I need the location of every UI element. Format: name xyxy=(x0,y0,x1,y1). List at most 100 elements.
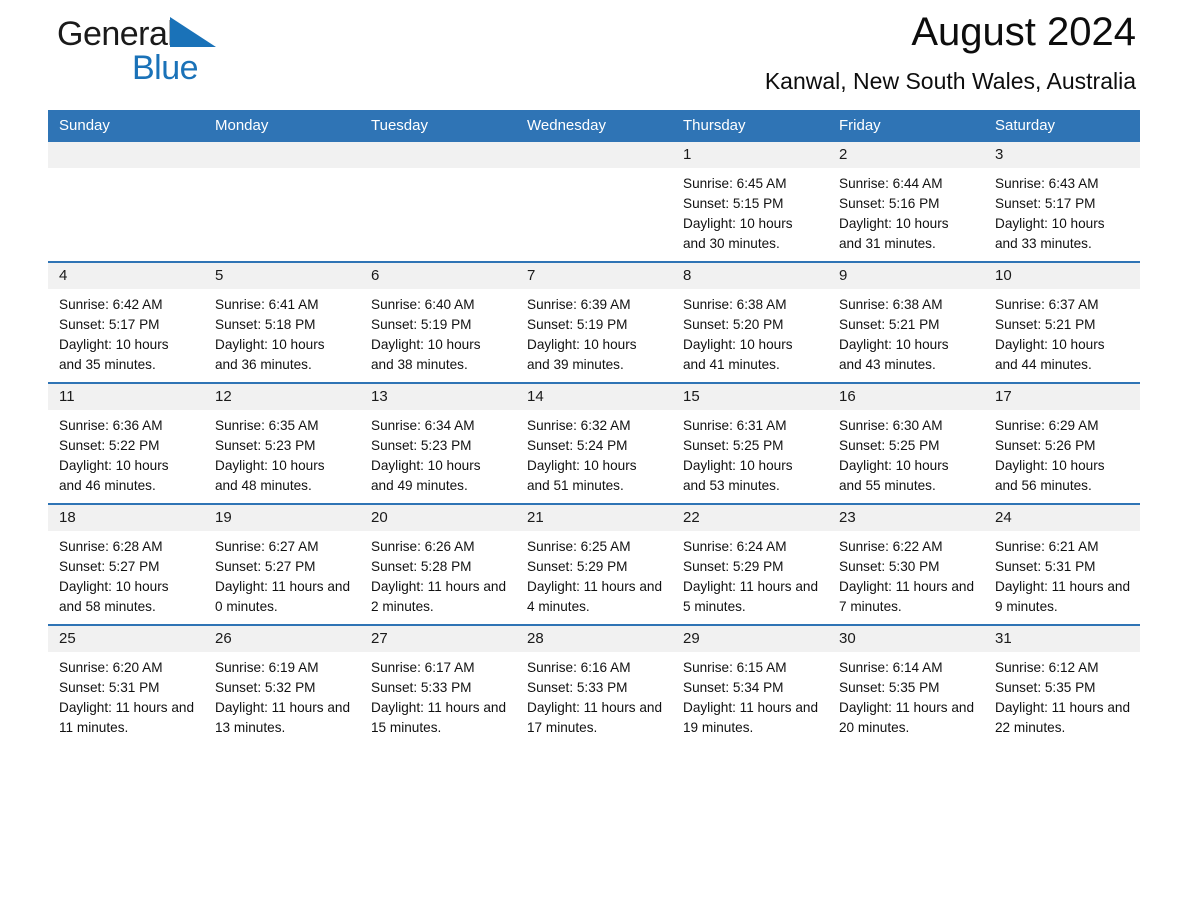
day-cell[interactable]: 7 Sunrise: 6:39 AM Sunset: 5:19 PM Dayli… xyxy=(516,261,672,383)
sunset-text: Sunset: 5:21 PM xyxy=(995,317,1096,332)
daylight-text: Daylight: 10 hours and 36 minutes. xyxy=(215,337,325,372)
sunset-text: Sunset: 5:23 PM xyxy=(371,438,472,453)
day-cell[interactable]: 10 Sunrise: 6:37 AM Sunset: 5:21 PM Dayl… xyxy=(984,261,1140,383)
sunrise-text: Sunrise: 6:26 AM xyxy=(371,539,475,554)
day-cell[interactable]: 1 Sunrise: 6:45 AM Sunset: 5:15 PM Dayli… xyxy=(672,142,828,262)
weekday-header-friday: Friday xyxy=(828,110,984,142)
day-details: Sunrise: 6:30 AM Sunset: 5:25 PM Dayligh… xyxy=(828,410,984,496)
day-cell[interactable]: 6 Sunrise: 6:40 AM Sunset: 5:19 PM Dayli… xyxy=(360,261,516,383)
day-cell[interactable]: 17 Sunrise: 6:29 AM Sunset: 5:26 PM Dayl… xyxy=(984,382,1140,504)
sunset-text: Sunset: 5:17 PM xyxy=(59,317,160,332)
sunset-text: Sunset: 5:25 PM xyxy=(839,438,940,453)
day-cell[interactable]: 11 Sunrise: 6:36 AM Sunset: 5:22 PM Dayl… xyxy=(48,382,204,504)
daylight-text: Daylight: 11 hours and 19 minutes. xyxy=(683,700,819,735)
page-title: August 2024 xyxy=(911,10,1136,54)
sunset-text: Sunset: 5:32 PM xyxy=(215,680,316,695)
daylight-text: Daylight: 10 hours and 56 minutes. xyxy=(995,458,1105,493)
day-cell[interactable]: 25 Sunrise: 6:20 AM Sunset: 5:31 PM Dayl… xyxy=(48,624,204,745)
generalblue-logo[interactable]: General Blue xyxy=(57,14,287,92)
day-number: 27 xyxy=(360,626,516,652)
logo-line-general: General xyxy=(57,14,287,54)
day-number: 1 xyxy=(672,142,828,168)
day-cell[interactable]: 5 Sunrise: 6:41 AM Sunset: 5:18 PM Dayli… xyxy=(204,261,360,383)
day-cell[interactable]: 14 Sunrise: 6:32 AM Sunset: 5:24 PM Dayl… xyxy=(516,382,672,504)
day-cell[interactable]: 22 Sunrise: 6:24 AM Sunset: 5:29 PM Dayl… xyxy=(672,503,828,625)
sunset-text: Sunset: 5:35 PM xyxy=(839,680,940,695)
day-details: Sunrise: 6:17 AM Sunset: 5:33 PM Dayligh… xyxy=(360,652,516,738)
daylight-text: Daylight: 10 hours and 30 minutes. xyxy=(683,216,793,251)
day-cell[interactable]: 19 Sunrise: 6:27 AM Sunset: 5:27 PM Dayl… xyxy=(204,503,360,625)
day-cell[interactable]: 31 Sunrise: 6:12 AM Sunset: 5:35 PM Dayl… xyxy=(984,624,1140,745)
daylight-text: Daylight: 11 hours and 4 minutes. xyxy=(527,579,663,614)
day-cell[interactable]: 23 Sunrise: 6:22 AM Sunset: 5:30 PM Dayl… xyxy=(828,503,984,625)
daylight-text: Daylight: 11 hours and 20 minutes. xyxy=(839,700,975,735)
sunrise-text: Sunrise: 6:21 AM xyxy=(995,539,1099,554)
sunrise-text: Sunrise: 6:27 AM xyxy=(215,539,319,554)
sunset-text: Sunset: 5:24 PM xyxy=(527,438,628,453)
day-cell[interactable]: 3 Sunrise: 6:43 AM Sunset: 5:17 PM Dayli… xyxy=(984,142,1140,262)
sunrise-text: Sunrise: 6:31 AM xyxy=(683,418,787,433)
sunrise-text: Sunrise: 6:22 AM xyxy=(839,539,943,554)
day-number: 3 xyxy=(984,142,1140,168)
sunrise-text: Sunrise: 6:24 AM xyxy=(683,539,787,554)
sunrise-text: Sunrise: 6:44 AM xyxy=(839,176,943,191)
sunset-text: Sunset: 5:31 PM xyxy=(59,680,160,695)
day-cell[interactable]: 18 Sunrise: 6:28 AM Sunset: 5:27 PM Dayl… xyxy=(48,503,204,625)
day-cell[interactable]: 16 Sunrise: 6:30 AM Sunset: 5:25 PM Dayl… xyxy=(828,382,984,504)
day-details: Sunrise: 6:39 AM Sunset: 5:19 PM Dayligh… xyxy=(516,289,672,375)
sunset-text: Sunset: 5:29 PM xyxy=(683,559,784,574)
day-details: Sunrise: 6:26 AM Sunset: 5:28 PM Dayligh… xyxy=(360,531,516,617)
day-cell[interactable]: 15 Sunrise: 6:31 AM Sunset: 5:25 PM Dayl… xyxy=(672,382,828,504)
day-number xyxy=(204,142,360,168)
logo-text-general: General xyxy=(57,15,175,53)
sunset-text: Sunset: 5:22 PM xyxy=(59,438,160,453)
day-number: 17 xyxy=(984,384,1140,410)
day-number: 11 xyxy=(48,384,204,410)
day-cell[interactable]: 21 Sunrise: 6:25 AM Sunset: 5:29 PM Dayl… xyxy=(516,503,672,625)
day-cell[interactable]: 4 Sunrise: 6:42 AM Sunset: 5:17 PM Dayli… xyxy=(48,261,204,383)
daylight-text: Daylight: 10 hours and 58 minutes. xyxy=(59,579,169,614)
sunrise-text: Sunrise: 6:19 AM xyxy=(215,660,319,675)
day-details: Sunrise: 6:28 AM Sunset: 5:27 PM Dayligh… xyxy=(48,531,204,617)
logo-triangle-icon xyxy=(170,17,217,63)
day-cell[interactable]: 9 Sunrise: 6:38 AM Sunset: 5:21 PM Dayli… xyxy=(828,261,984,383)
sunrise-text: Sunrise: 6:43 AM xyxy=(995,176,1099,191)
daylight-text: Daylight: 11 hours and 2 minutes. xyxy=(371,579,507,614)
day-number: 6 xyxy=(360,263,516,289)
day-cell[interactable]: 20 Sunrise: 6:26 AM Sunset: 5:28 PM Dayl… xyxy=(360,503,516,625)
day-cell[interactable]: 13 Sunrise: 6:34 AM Sunset: 5:23 PM Dayl… xyxy=(360,382,516,504)
sunset-text: Sunset: 5:18 PM xyxy=(215,317,316,332)
sunset-text: Sunset: 5:29 PM xyxy=(527,559,628,574)
day-number xyxy=(48,142,204,168)
sunset-text: Sunset: 5:33 PM xyxy=(371,680,472,695)
sunrise-text: Sunrise: 6:38 AM xyxy=(683,297,787,312)
calendar-week-row: 18 Sunrise: 6:28 AM Sunset: 5:27 PM Dayl… xyxy=(48,503,1140,625)
day-cell[interactable]: 30 Sunrise: 6:14 AM Sunset: 5:35 PM Dayl… xyxy=(828,624,984,745)
day-details: Sunrise: 6:34 AM Sunset: 5:23 PM Dayligh… xyxy=(360,410,516,496)
day-cell[interactable]: 28 Sunrise: 6:16 AM Sunset: 5:33 PM Dayl… xyxy=(516,624,672,745)
day-cell[interactable]: 12 Sunrise: 6:35 AM Sunset: 5:23 PM Dayl… xyxy=(204,382,360,504)
sunset-text: Sunset: 5:35 PM xyxy=(995,680,1096,695)
day-number: 16 xyxy=(828,384,984,410)
day-cell[interactable]: 29 Sunrise: 6:15 AM Sunset: 5:34 PM Dayl… xyxy=(672,624,828,745)
day-cell[interactable]: 26 Sunrise: 6:19 AM Sunset: 5:32 PM Dayl… xyxy=(204,624,360,745)
day-details: Sunrise: 6:40 AM Sunset: 5:19 PM Dayligh… xyxy=(360,289,516,375)
day-details: Sunrise: 6:24 AM Sunset: 5:29 PM Dayligh… xyxy=(672,531,828,617)
day-cell[interactable]: 2 Sunrise: 6:44 AM Sunset: 5:16 PM Dayli… xyxy=(828,142,984,262)
sunrise-text: Sunrise: 6:20 AM xyxy=(59,660,163,675)
daylight-text: Daylight: 10 hours and 31 minutes. xyxy=(839,216,949,251)
day-cell[interactable]: 27 Sunrise: 6:17 AM Sunset: 5:33 PM Dayl… xyxy=(360,624,516,745)
day-cell[interactable]: 24 Sunrise: 6:21 AM Sunset: 5:31 PM Dayl… xyxy=(984,503,1140,625)
day-details: Sunrise: 6:19 AM Sunset: 5:32 PM Dayligh… xyxy=(204,652,360,738)
daylight-text: Daylight: 10 hours and 39 minutes. xyxy=(527,337,637,372)
day-details: Sunrise: 6:44 AM Sunset: 5:16 PM Dayligh… xyxy=(828,168,984,254)
day-details: Sunrise: 6:32 AM Sunset: 5:24 PM Dayligh… xyxy=(516,410,672,496)
calendar-week-row: 1 Sunrise: 6:45 AM Sunset: 5:15 PM Dayli… xyxy=(48,142,1140,262)
day-details: Sunrise: 6:20 AM Sunset: 5:31 PM Dayligh… xyxy=(48,652,204,738)
daylight-text: Daylight: 10 hours and 51 minutes. xyxy=(527,458,637,493)
day-cell[interactable]: 8 Sunrise: 6:38 AM Sunset: 5:20 PM Dayli… xyxy=(672,261,828,383)
sunset-text: Sunset: 5:20 PM xyxy=(683,317,784,332)
sunrise-text: Sunrise: 6:25 AM xyxy=(527,539,631,554)
weekday-header-wednesday: Wednesday xyxy=(516,110,672,142)
day-details: Sunrise: 6:42 AM Sunset: 5:17 PM Dayligh… xyxy=(48,289,204,375)
